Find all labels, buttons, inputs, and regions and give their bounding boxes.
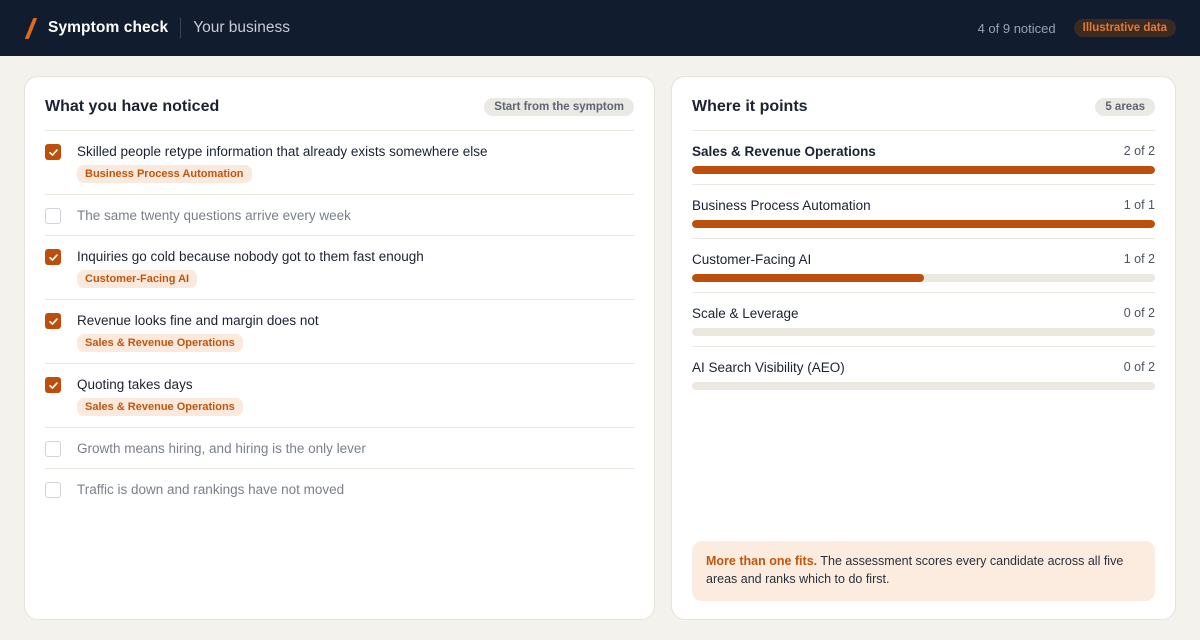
area-count: 0 of 2 (1123, 360, 1155, 374)
area-list: Sales & Revenue Operations 2 of 2 Business… (692, 130, 1155, 400)
symptom-text: Quoting takes days (77, 377, 193, 392)
check-icon (48, 381, 58, 389)
area-name: Sales & Revenue Operations (692, 143, 876, 159)
app-title: Symptom check (48, 19, 169, 36)
area-progress-track (692, 328, 1155, 336)
slash-logo-icon (24, 17, 38, 39)
symptom-item[interactable]: Quoting takes days Sales & Revenue Operat… (45, 363, 634, 427)
checkbox-checked[interactable] (45, 249, 61, 265)
area-name: Customer-Facing AI (692, 251, 812, 267)
area-row-header: AI Search Visibility (AEO) 0 of 2 (692, 359, 1155, 375)
symptom-item-body: Traffic is down and rankings have not mo… (77, 482, 344, 498)
symptoms-panel: What you have noticed Start from the sym… (24, 76, 655, 620)
checkbox-unchecked[interactable] (45, 482, 61, 498)
top-bar: Symptom check Your business 4 of 9 notic… (0, 0, 1200, 56)
check-icon (48, 253, 58, 261)
symptom-item[interactable]: The same twenty questions arrive every w… (45, 194, 634, 235)
checkbox-checked[interactable] (45, 144, 61, 160)
symptom-text: Revenue looks fine and margin does not (77, 313, 319, 328)
area-row-header: Customer-Facing AI 1 of 2 (692, 251, 1155, 267)
area-row-header: Scale & Leverage 0 of 2 (692, 305, 1155, 321)
symptom-text: Skilled people retype information that a… (77, 144, 488, 159)
header-divider (180, 18, 182, 38)
checkbox-unchecked[interactable] (45, 441, 61, 457)
areas-panel-title: Where it points (692, 98, 808, 115)
area-row: Sales & Revenue Operations 2 of 2 (692, 130, 1155, 184)
area-tag: Sales & Revenue Operations (77, 398, 243, 416)
symptom-item-body: The same twenty questions arrive every w… (77, 208, 351, 224)
symptom-text: Growth means hiring, and hiring is the o… (77, 441, 366, 456)
noticed-count: 4 of 9 noticed (977, 20, 1056, 36)
area-count: 1 of 2 (1123, 252, 1155, 266)
symptom-item[interactable]: Revenue looks fine and margin does not Sa… (45, 299, 634, 363)
area-row-header: Business Process Automation 1 of 1 (692, 197, 1155, 213)
symptom-item-body: Growth means hiring, and hiring is the o… (77, 441, 366, 457)
checkbox-checked[interactable] (45, 377, 61, 393)
areas-count-pill: 5 areas (1095, 98, 1155, 116)
header-status: 4 of 9 noticed Illustrative data (978, 19, 1176, 37)
check-icon (48, 148, 58, 156)
symptom-item[interactable]: Skilled people retype information that a… (45, 130, 634, 194)
area-progress-fill (692, 274, 924, 282)
illustrative-data-badge: Illustrative data (1073, 19, 1176, 37)
area-progress-track (692, 274, 1155, 282)
check-icon (48, 317, 58, 325)
area-row: Scale & Leverage 0 of 2 (692, 292, 1155, 346)
symptom-item-body: Inquiries go cold because nobody got to … (77, 249, 424, 288)
note-lead: More than one fits. (706, 554, 818, 568)
checkbox-unchecked[interactable] (45, 208, 61, 224)
symptoms-panel-header: What you have noticed Start from the sym… (45, 95, 634, 119)
area-progress-track (692, 382, 1155, 390)
area-tag: Sales & Revenue Operations (77, 334, 243, 352)
symptom-item[interactable]: Traffic is down and rankings have not mo… (45, 468, 634, 509)
area-count: 2 of 2 (1123, 144, 1155, 158)
symptoms-hint-pill: Start from the symptom (484, 98, 634, 116)
symptom-item[interactable]: Inquiries go cold because nobody got to … (45, 235, 634, 299)
symptom-item-body: Skilled people retype information that a… (77, 144, 487, 183)
area-tag: Business Process Automation (77, 165, 252, 183)
area-name: Scale & Leverage (692, 305, 799, 321)
symptom-item-body: Quoting takes days Sales & Revenue Operat… (77, 377, 243, 416)
symptom-item[interactable]: Growth means hiring, and hiring is the o… (45, 427, 634, 468)
area-row: Customer-Facing AI 1 of 2 (692, 238, 1155, 292)
areas-panel-header: Where it points 5 areas (692, 95, 1155, 119)
area-progress-track (692, 220, 1155, 228)
symptom-text: Inquiries go cold because nobody got to … (77, 249, 424, 264)
checkbox-checked[interactable] (45, 313, 61, 329)
area-name: AI Search Visibility (AEO) (692, 359, 845, 375)
area-tag: Customer-Facing AI (77, 270, 198, 288)
symptom-text: Traffic is down and rankings have not mo… (77, 482, 345, 497)
area-progress-fill (692, 220, 1155, 228)
area-count: 0 of 2 (1123, 306, 1155, 320)
business-name: Your business (193, 19, 290, 36)
area-name: Business Process Automation (692, 197, 871, 213)
symptom-item-body: Revenue looks fine and margin does not Sa… (77, 313, 319, 352)
symptoms-panel-title: What you have noticed (45, 98, 220, 115)
area-row: Business Process Automation 1 of 1 (692, 184, 1155, 238)
area-progress-track (692, 166, 1155, 174)
symptom-text: The same twenty questions arrive every w… (77, 208, 351, 223)
areas-panel: Where it points 5 areas Sales & Revenue … (671, 76, 1176, 620)
area-progress-fill (692, 166, 1155, 174)
info-note: More than one fits. The assessment score… (692, 541, 1155, 601)
area-row-header: Sales & Revenue Operations 2 of 2 (692, 143, 1155, 159)
area-count: 1 of 1 (1123, 198, 1155, 212)
area-row: AI Search Visibility (AEO) 0 of 2 (692, 346, 1155, 400)
symptom-list: Skilled people retype information that a… (45, 130, 634, 509)
